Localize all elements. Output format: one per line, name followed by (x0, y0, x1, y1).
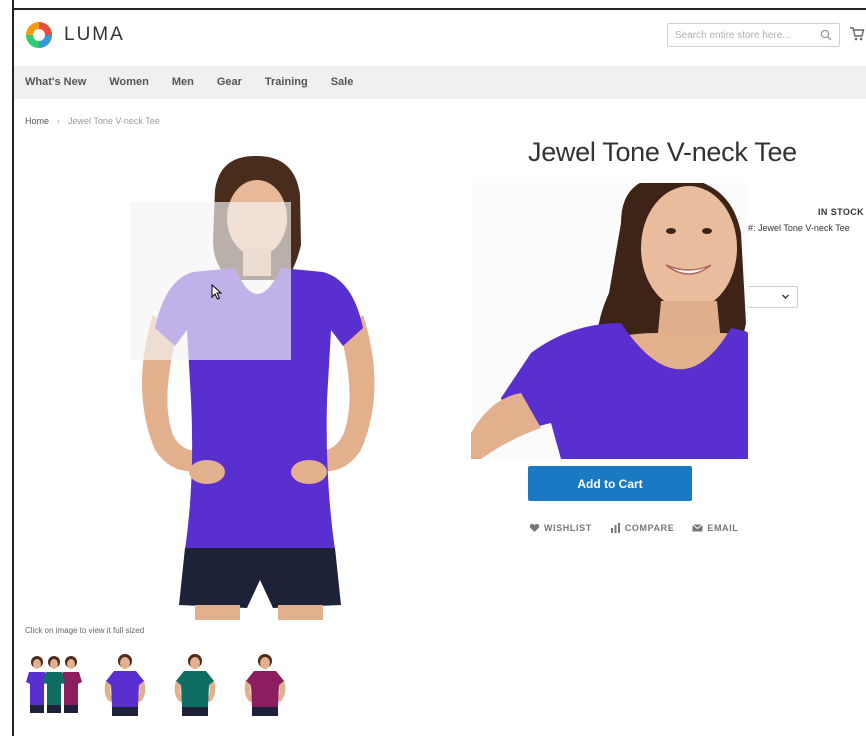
brand-name: LUMA (64, 24, 125, 45)
breadcrumb: Home › Jewel Tone V-neck Tee (25, 116, 160, 126)
frame-top (0, 0, 866, 10)
luma-logo-icon (24, 20, 54, 50)
wishlist-link[interactable]: WISHLIST (529, 523, 592, 533)
nav-item-whats-new[interactable]: What's New (25, 76, 86, 88)
email-link[interactable]: EMAIL (692, 523, 738, 533)
thumbnail-plum[interactable] (234, 650, 296, 725)
main-navigation: What's New Women Men Gear Training Sale (14, 66, 866, 99)
frame-left (0, 0, 14, 736)
cart-icon[interactable] (849, 26, 865, 42)
email-label: EMAIL (707, 523, 739, 533)
zoom-preview (471, 183, 748, 459)
product-social-actions: WISHLIST COMPARE EMAIL (529, 523, 738, 533)
search-icon[interactable] (820, 29, 832, 41)
zoom-lens[interactable] (130, 202, 291, 360)
nav-item-men[interactable]: Men (172, 76, 194, 88)
chevron-down-icon (782, 294, 789, 299)
thumbnail-purple[interactable] (94, 650, 156, 725)
stock-status: IN STOCK (818, 207, 865, 217)
breadcrumb-home-link[interactable]: Home (25, 116, 49, 126)
thumbnail-strip (24, 650, 296, 725)
product-sku: #: Jewel Tone V-neck Tee (748, 223, 850, 233)
thumbnail-teal[interactable] (164, 650, 226, 725)
breadcrumb-separator: › (57, 116, 61, 126)
envelope-icon (692, 524, 704, 532)
cursor-icon (211, 284, 223, 300)
search-box (667, 23, 840, 47)
search-input[interactable] (668, 29, 813, 41)
nav-item-training[interactable]: Training (265, 76, 308, 88)
nav-item-gear[interactable]: Gear (217, 76, 242, 88)
store-logo[interactable]: LUMA (24, 20, 125, 50)
breadcrumb-current: Jewel Tone V-neck Tee (68, 116, 160, 126)
nav-item-women[interactable]: Women (109, 76, 149, 88)
product-title: Jewel Tone V-neck Tee (528, 137, 797, 167)
compare-icon (610, 523, 620, 533)
add-to-cart-button[interactable]: Add to Cart (528, 466, 692, 501)
option-select[interactable] (746, 286, 798, 308)
thumbnail-mixed[interactable] (24, 650, 86, 725)
compare-link[interactable]: COMPARE (610, 523, 675, 533)
compare-label: COMPARE (624, 523, 675, 533)
gallery-caption: Click on image to view it full sized (25, 626, 145, 635)
nav-item-sale[interactable]: Sale (331, 76, 354, 88)
heart-icon (529, 523, 540, 532)
wishlist-label: WISHLIST (544, 523, 592, 533)
